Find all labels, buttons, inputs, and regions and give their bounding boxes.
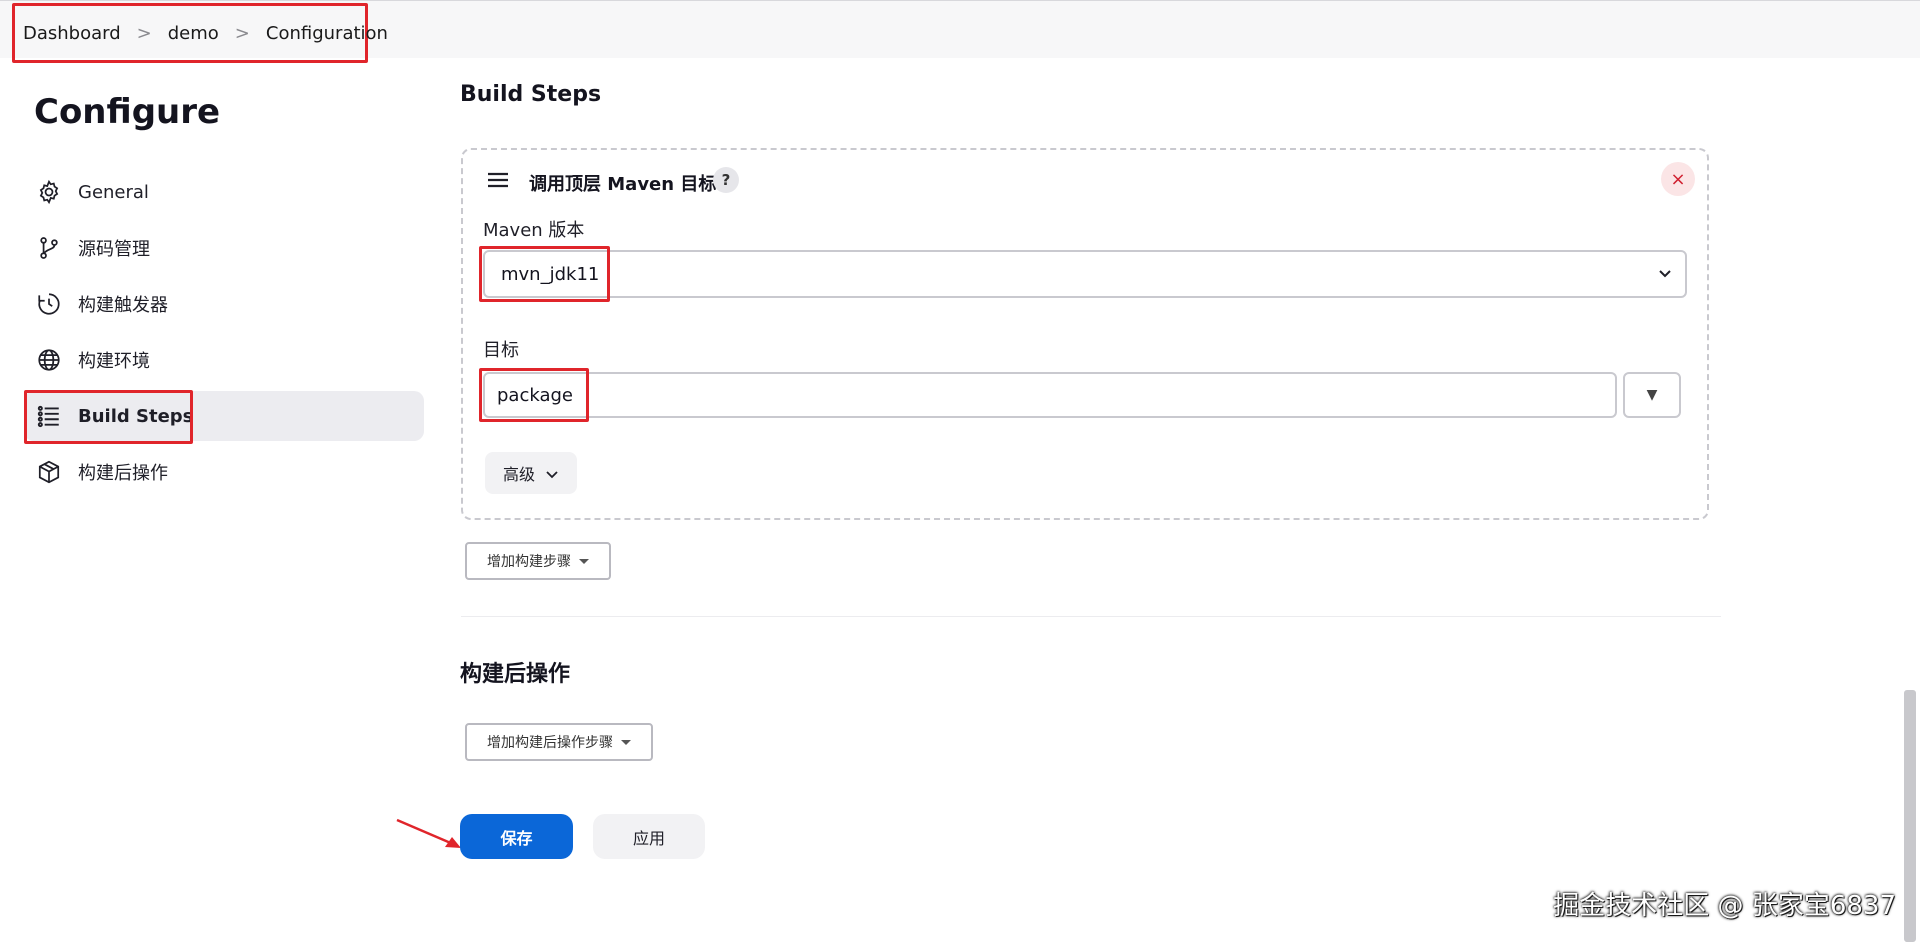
scrollbar-thumb[interactable] — [1904, 690, 1916, 942]
breadcrumb-separator: > — [234, 22, 250, 44]
sidebar-item-label: 构建环境 — [78, 351, 150, 372]
advanced-label: 高级 — [502, 465, 535, 484]
credit-watermark: 掘金技术社区 @ 张家宝6837 — [1553, 891, 1896, 921]
sidebar-item-build-triggers[interactable]: 构建触发器 — [24, 279, 424, 329]
package-icon — [36, 459, 62, 485]
save-button[interactable]: 保存 — [460, 814, 573, 859]
sidebar-item-label: 源码管理 — [78, 239, 150, 260]
close-icon[interactable]: × — [1661, 162, 1695, 196]
chevron-down-icon — [1657, 265, 1673, 281]
sidebar-item-label: General — [78, 181, 149, 203]
highlight-box — [479, 246, 610, 302]
maven-build-step: 调用顶层 Maven 目标 ? × Maven 版本 mvn_jdk11 目标 … — [461, 148, 1709, 520]
gear-icon — [36, 179, 62, 205]
breadcrumb: Dashboard > demo > Configuration — [12, 3, 388, 63]
breadcrumb-demo[interactable]: demo — [168, 23, 219, 44]
add-build-step-label: 增加构建步骤 — [487, 554, 571, 570]
help-icon[interactable]: ? — [713, 167, 739, 193]
drag-handle-icon[interactable] — [487, 170, 509, 190]
post-build-heading: 构建后操作 — [460, 662, 571, 687]
caret-down-icon — [621, 739, 631, 745]
add-build-step-button[interactable]: 增加构建步骤 — [465, 542, 611, 580]
build-steps-heading: Build Steps — [460, 82, 602, 107]
add-post-build-step-label: 增加构建后操作步骤 — [487, 735, 613, 751]
goals-input[interactable]: package — [483, 372, 1617, 418]
step-title: 调用顶层 Maven 目标 — [529, 174, 717, 195]
page-title: Configure — [34, 92, 221, 132]
sidebar-item-label: 构建触发器 — [78, 295, 168, 316]
highlight-box — [479, 368, 589, 422]
section-divider — [461, 616, 1721, 617]
top-bar: Dashboard > demo > Configuration — [0, 0, 1920, 63]
goals-label: 目标 — [483, 340, 519, 361]
breadcrumb-configuration[interactable]: Configuration — [266, 23, 388, 44]
advanced-button[interactable]: 高级 — [485, 452, 577, 494]
caret-down-icon — [579, 558, 589, 564]
sidebar-item-label: 构建后操作 — [78, 463, 168, 484]
annotation-arrow-icon — [396, 818, 461, 848]
highlight-box — [24, 390, 193, 444]
breadcrumb-dashboard[interactable]: Dashboard — [23, 23, 121, 44]
clock-icon — [36, 291, 62, 317]
globe-icon — [36, 347, 62, 373]
goals-expand-button[interactable]: ▼ — [1623, 372, 1681, 418]
sidebar-item-build-environment[interactable]: 构建环境 — [24, 335, 424, 385]
add-post-build-step-button[interactable]: 增加构建后操作步骤 — [465, 723, 653, 761]
apply-button[interactable]: 应用 — [593, 814, 705, 859]
chevron-down-icon — [545, 466, 559, 480]
breadcrumb-separator: > — [136, 22, 152, 44]
sidebar-item-build-steps[interactable]: Build Steps — [24, 390, 424, 444]
sidebar-item-general[interactable]: General — [24, 167, 424, 217]
sidebar-item-source-control[interactable]: 源码管理 — [24, 223, 424, 273]
maven-version-select[interactable]: mvn_jdk11 — [483, 250, 1687, 298]
sidebar: General 源码管理 构建触发器 构建环境 Build Steps 构建后操… — [24, 167, 424, 503]
maven-version-label: Maven 版本 — [483, 220, 585, 241]
branch-icon — [36, 235, 62, 261]
sidebar-item-post-build[interactable]: 构建后操作 — [24, 447, 424, 497]
